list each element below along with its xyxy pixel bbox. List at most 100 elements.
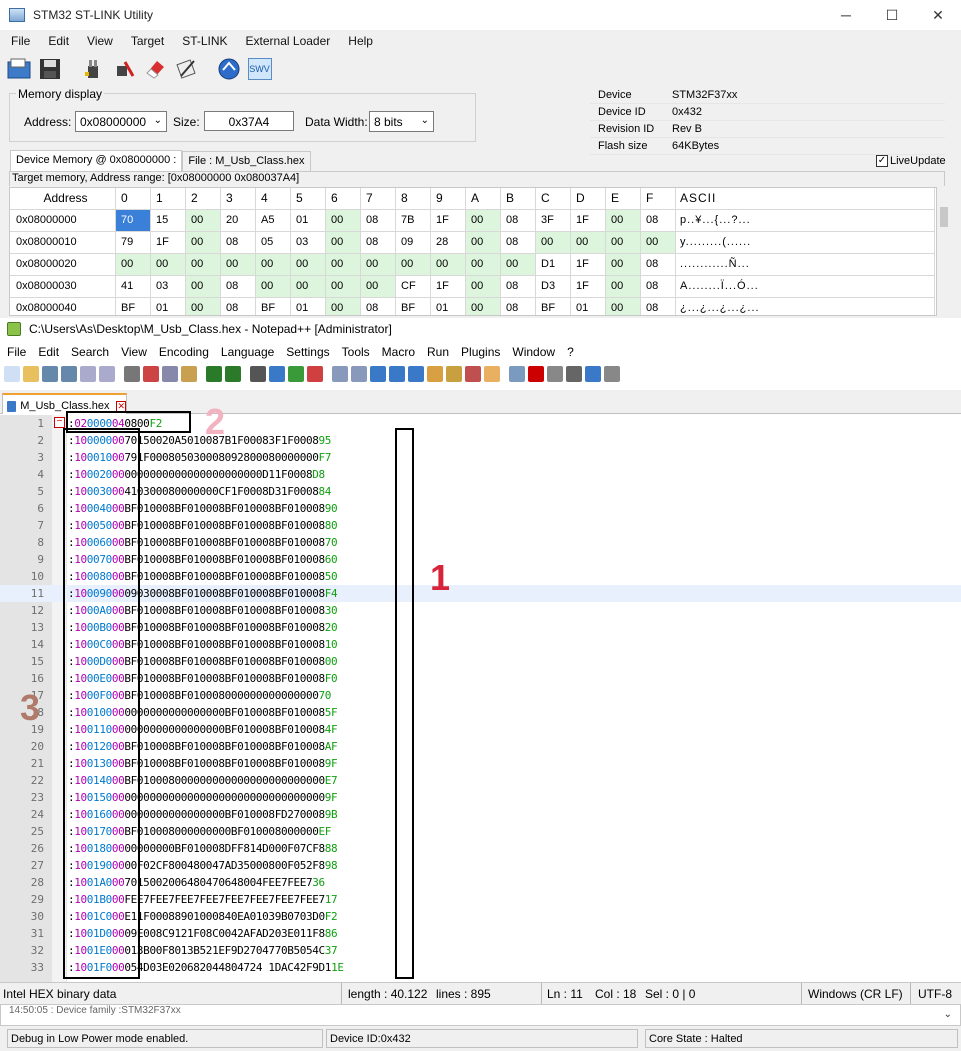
grid-byte-cell[interactable]: 08 <box>361 298 396 315</box>
grid-column-header[interactable]: F <box>641 188 676 210</box>
data-width-combo[interactable]: 8 bits ⌄ <box>369 111 434 132</box>
menu-edit[interactable]: Edit <box>37 34 76 48</box>
grid-byte-cell[interactable]: 00 <box>326 210 361 232</box>
editor-line[interactable]: 28:1001A0007015002006480470648004FEE7FEE… <box>0 874 961 891</box>
grid-byte-cell[interactable]: 79 <box>116 232 151 254</box>
menu-file[interactable]: File <box>0 34 37 48</box>
grid-byte-cell[interactable]: 00 <box>571 232 606 254</box>
grid-column-header[interactable]: ASCII <box>676 188 935 210</box>
grid-column-header[interactable]: 0 <box>116 188 151 210</box>
grid-byte-cell[interactable]: 00 <box>501 254 536 276</box>
grid-ascii-cell[interactable]: ............Ñ... <box>676 254 935 276</box>
grid-byte-cell[interactable]: 00 <box>326 298 361 315</box>
grid-byte-cell[interactable]: 00 <box>186 232 221 254</box>
grid-byte-cell[interactable]: 00 <box>466 232 501 254</box>
find-icon[interactable] <box>250 366 266 382</box>
menu-target[interactable]: Target <box>120 34 171 48</box>
grid-column-header[interactable]: D <box>571 188 606 210</box>
close-icon[interactable] <box>80 366 96 382</box>
npp-menu-file[interactable]: File <box>0 345 31 359</box>
replace-icon[interactable] <box>269 366 285 382</box>
grid-address-cell[interactable]: 0x08000010 <box>10 232 116 254</box>
grid-address-cell[interactable]: 0x08000020 <box>10 254 116 276</box>
live-update-toggle[interactable]: ✓ LiveUpdate <box>876 155 946 167</box>
editor-line[interactable]: 7:10005000BF010008BF010008BF010008BF0100… <box>0 517 961 534</box>
npp-editor[interactable]: 1−:020000040800F2 2:1000000070150020A5010… <box>0 401 961 982</box>
editor-line[interactable]: 20:10012000BF010008BF010008BF010008BF010… <box>0 738 961 755</box>
grid-column-header[interactable]: 1 <box>151 188 186 210</box>
grid-byte-cell[interactable]: 00 <box>326 276 361 298</box>
editor-line[interactable]: 30:1001C000E11F00088901000840EA01039B070… <box>0 908 961 925</box>
editor-line[interactable]: 27:1001900000F02CF800480047AD35000800F05… <box>0 857 961 874</box>
show-all-chars-icon[interactable] <box>389 366 405 382</box>
maximize-button[interactable]: ☐ <box>869 0 915 30</box>
stop-macro-icon[interactable] <box>547 366 563 382</box>
grid-byte-cell[interactable]: CF <box>396 276 431 298</box>
paste-icon[interactable] <box>181 366 197 382</box>
npp-menu-help[interactable]: ? <box>560 345 579 359</box>
grid-byte-cell[interactable]: BF <box>536 298 571 315</box>
redo-icon[interactable] <box>225 366 241 382</box>
program-verify-icon[interactable] <box>172 56 199 83</box>
function-list-icon[interactable] <box>465 366 481 382</box>
menu-view[interactable]: View <box>76 34 120 48</box>
erase-icon[interactable] <box>141 56 168 83</box>
grid-byte-cell[interactable]: 41 <box>116 276 151 298</box>
editor-line[interactable]: 16:1000E000BF010008BF010008BF010008BF010… <box>0 670 961 687</box>
grid-byte-cell[interactable]: 00 <box>291 276 326 298</box>
save-all-icon[interactable] <box>61 366 77 382</box>
disconnect-icon[interactable] <box>110 56 137 83</box>
print-icon[interactable] <box>124 366 140 382</box>
grid-byte-cell[interactable]: BF <box>116 298 151 315</box>
grid-byte-cell[interactable]: 08 <box>641 276 676 298</box>
undo-icon[interactable] <box>206 366 222 382</box>
grid-column-header[interactable]: Address <box>10 188 116 210</box>
grid-byte-cell[interactable]: 00 <box>361 254 396 276</box>
grid-byte-cell[interactable]: 08 <box>221 298 256 315</box>
grid-ascii-cell[interactable]: p..¥...{...?... <box>676 210 935 232</box>
grid-byte-cell[interactable]: 00 <box>396 254 431 276</box>
editor-line[interactable]: 8:10006000BF010008BF010008BF010008BF0100… <box>0 534 961 551</box>
grid-byte-cell[interactable]: 00 <box>606 276 641 298</box>
grid-byte-cell[interactable]: 00 <box>466 210 501 232</box>
memory-grid-scrollbar[interactable] <box>937 187 951 316</box>
grid-byte-cell[interactable]: 00 <box>466 276 501 298</box>
grid-ascii-cell[interactable]: y.........(...... <box>676 232 935 254</box>
sync-vertical-icon[interactable] <box>332 366 348 382</box>
grid-byte-cell[interactable]: D1 <box>536 254 571 276</box>
grid-byte-cell[interactable]: 01 <box>291 210 326 232</box>
grid-byte-cell[interactable]: 00 <box>606 298 641 315</box>
editor-line[interactable]: 15:1000D000BF010008BF010008BF010008BF010… <box>0 653 961 670</box>
grid-byte-cell[interactable]: 00 <box>186 276 221 298</box>
connect-icon[interactable] <box>79 56 106 83</box>
monitor-icon[interactable] <box>509 366 525 382</box>
grid-byte-cell[interactable]: 09 <box>396 232 431 254</box>
save-icon[interactable] <box>42 366 58 382</box>
grid-byte-cell[interactable]: 1F <box>151 232 186 254</box>
grid-byte-cell[interactable]: 00 <box>606 254 641 276</box>
grid-column-header[interactable]: 9 <box>431 188 466 210</box>
zoom-in-icon[interactable] <box>288 366 304 382</box>
grid-byte-cell[interactable]: 28 <box>431 232 466 254</box>
npp-menu-settings[interactable]: Settings <box>279 345 334 359</box>
grid-byte-cell[interactable]: 08 <box>501 276 536 298</box>
editor-line[interactable]: 31:1001D00009E008C9121F08C0042AFAD203E01… <box>0 925 961 942</box>
grid-column-header[interactable]: C <box>536 188 571 210</box>
grid-byte-cell[interactable]: 08 <box>641 254 676 276</box>
grid-byte-cell[interactable]: 00 <box>256 276 291 298</box>
save-macro-icon[interactable] <box>604 366 620 382</box>
scrollbar-thumb[interactable] <box>940 207 948 227</box>
grid-ascii-cell[interactable]: ¿...¿...¿...¿... <box>676 298 935 315</box>
swv-icon[interactable]: SWV <box>246 56 273 83</box>
record-macro-icon[interactable] <box>528 366 544 382</box>
grid-byte-cell[interactable]: 08 <box>221 276 256 298</box>
grid-byte-cell[interactable]: 03 <box>291 232 326 254</box>
editor-line[interactable]: 13:1000B000BF010008BF010008BF010008BF010… <box>0 619 961 636</box>
editor-line[interactable]: 25:10017000BF010008000000000BF0100080000… <box>0 823 961 840</box>
indent-guide-icon[interactable] <box>408 366 424 382</box>
editor-line[interactable]: 12:1000A000BF010008BF010008BF010008BF010… <box>0 602 961 619</box>
npp-menu-search[interactable]: Search <box>64 345 114 359</box>
grid-byte-cell[interactable]: 00 <box>221 254 256 276</box>
npp-menu-tools[interactable]: Tools <box>335 345 375 359</box>
grid-byte-cell[interactable]: 00 <box>431 254 466 276</box>
